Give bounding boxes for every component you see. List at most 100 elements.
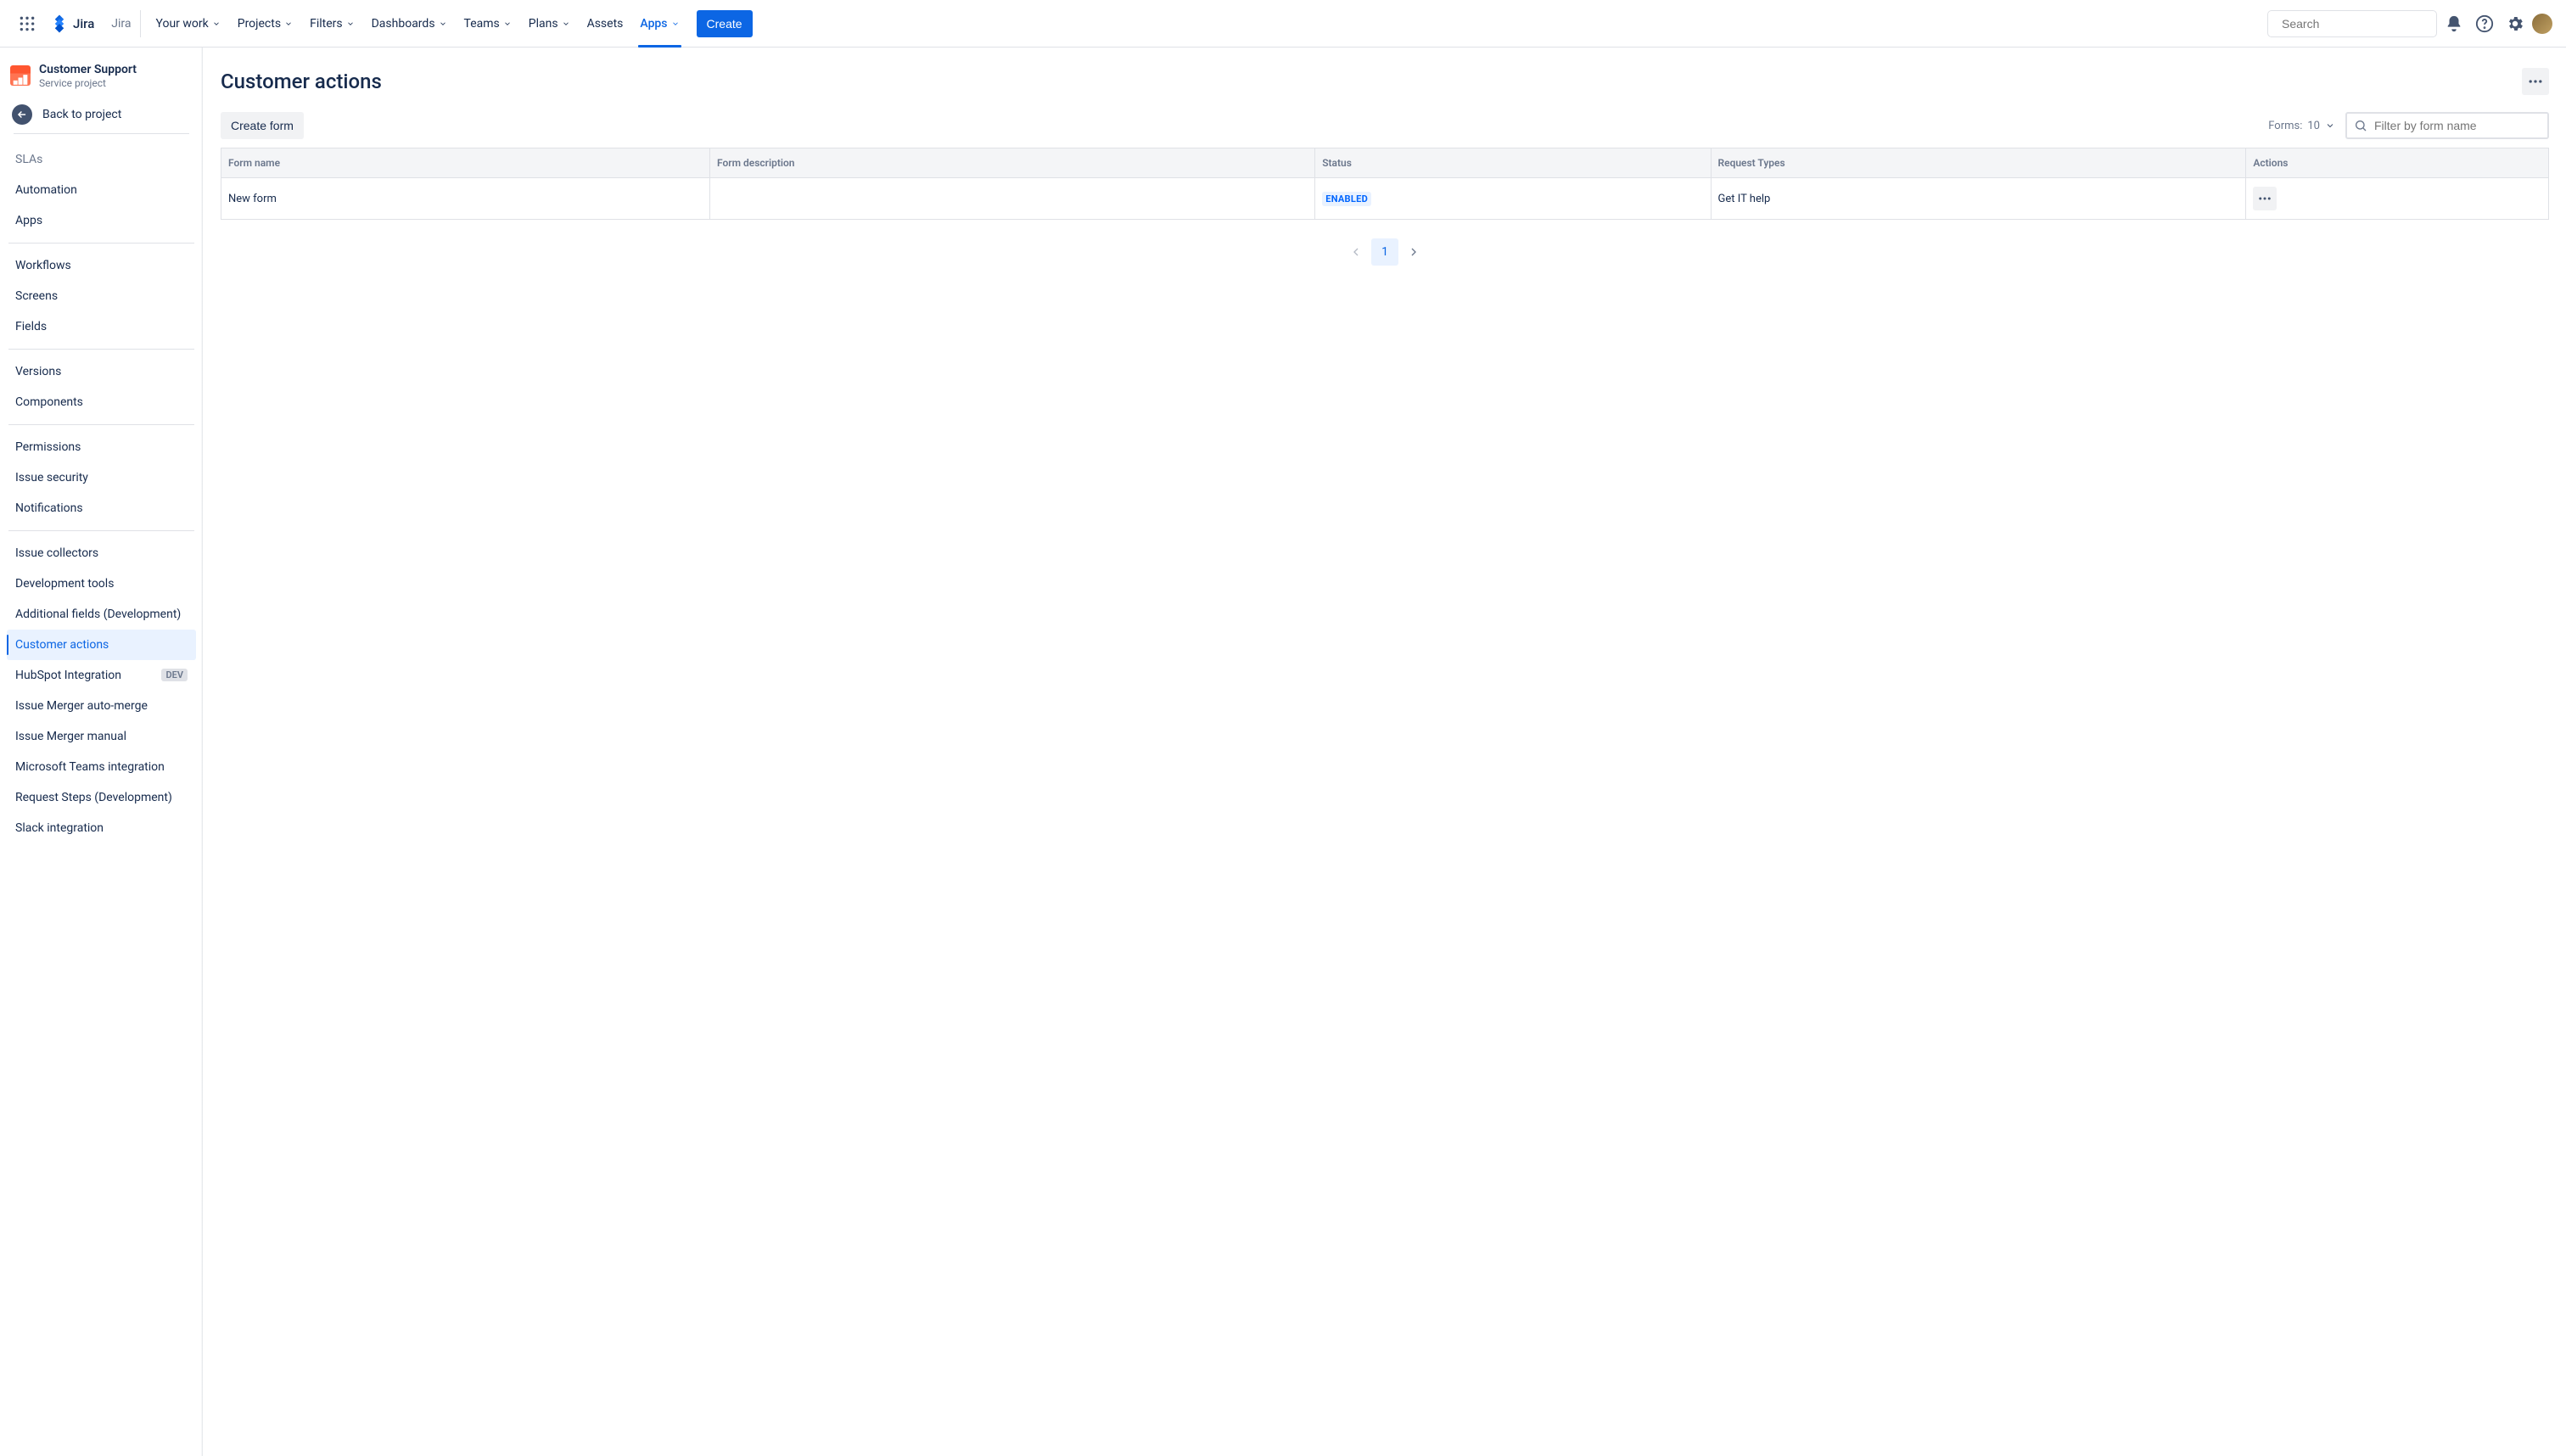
sidebar-item-notifications[interactable]: Notifications — [7, 493, 196, 524]
table-header: Actions — [2246, 148, 2549, 178]
sidebar-item-hubspot-integration[interactable]: HubSpot Integration DEV — [7, 660, 196, 691]
back-arrow-icon — [12, 104, 32, 125]
table-row: New formENABLEDGet IT help — [221, 178, 2549, 220]
project-header[interactable]: Customer Support Service project — [0, 48, 203, 96]
sidebar-item-issue-merger-auto-merge[interactable]: Issue Merger auto-merge — [7, 691, 196, 721]
nav-item-label: Plans — [529, 17, 558, 31]
chevron-down-icon — [671, 20, 680, 28]
notifications-icon[interactable] — [2440, 10, 2468, 37]
back-to-project-link[interactable]: Back to project — [0, 96, 203, 133]
sidebar-item-automation[interactable]: Automation — [7, 175, 196, 205]
chevron-right-icon — [1407, 245, 1420, 259]
sidebar-item-label: Notifications — [15, 501, 83, 515]
sidebar-item-label: Request Steps (Development) — [15, 791, 172, 804]
sidebar-item-label: Issue Merger manual — [15, 730, 126, 743]
sidebar-item-fields[interactable]: Fields — [7, 311, 196, 342]
sidebar-item-microsoft-teams-integration[interactable]: Microsoft Teams integration — [7, 752, 196, 782]
filter-by-name[interactable] — [2345, 112, 2549, 139]
row-actions-button[interactable] — [2253, 187, 2277, 210]
jira-product-label[interactable]: Jira — [103, 10, 140, 37]
sidebar-item-label: HubSpot Integration — [15, 669, 121, 682]
nav-item-assets[interactable]: Assets — [580, 3, 630, 44]
sidebar-item-label: SLAs — [15, 153, 42, 166]
create-button[interactable]: Create — [697, 10, 753, 37]
sidebar-scroll[interactable]: SLAs Automation Apps Workflows Screens Field… — [0, 133, 203, 1456]
sidebar-item-label: Fields — [15, 320, 47, 333]
global-search-input[interactable] — [2280, 16, 2437, 31]
nav-item-label: Projects — [238, 17, 281, 31]
sidebar-item-truncated[interactable]: SLAs — [7, 144, 196, 175]
global-search[interactable] — [2267, 10, 2437, 37]
create-form-button[interactable]: Create form — [221, 112, 304, 139]
sidebar-item-apps[interactable]: Apps — [7, 205, 196, 236]
user-avatar[interactable] — [2532, 14, 2552, 34]
search-icon — [2354, 119, 2367, 132]
pagination-prev-button[interactable] — [1342, 238, 1370, 266]
forms-count-dropdown[interactable]: Forms: 10 — [2268, 120, 2335, 132]
table-header: Form name — [221, 148, 710, 178]
sidebar-item-label: Permissions — [15, 440, 81, 454]
chevron-down-icon — [346, 20, 355, 28]
sidebar-item-issue-security[interactable]: Issue security — [7, 462, 196, 493]
sidebar-item-label: Versions — [15, 365, 61, 378]
sidebar-item-customer-actions[interactable]: Customer actions — [7, 630, 196, 660]
sidebar-item-issue-collectors[interactable]: Issue collectors — [7, 538, 196, 568]
sidebar-item-request-steps-development-[interactable]: Request Steps (Development) — [7, 782, 196, 813]
sidebar-item-badge: DEV — [161, 669, 188, 681]
sidebar-item-slack-integration[interactable]: Slack integration — [7, 813, 196, 843]
sidebar-item-development-tools[interactable]: Development tools — [7, 568, 196, 599]
sidebar-item-components[interactable]: Components — [7, 387, 196, 417]
sidebar-item-screens[interactable]: Screens — [7, 281, 196, 311]
status-badge: ENABLED — [1322, 192, 1371, 206]
nav-item-label: Teams — [464, 17, 500, 31]
pagination-next-button[interactable] — [1400, 238, 1427, 266]
cell-status: ENABLED — [1315, 178, 1711, 220]
table-header: Form description — [710, 148, 1315, 178]
sidebar-divider — [8, 243, 194, 244]
page-more-actions-button[interactable] — [2522, 68, 2549, 95]
sidebar-item-label: Workflows — [15, 259, 71, 272]
sidebar-item-versions[interactable]: Versions — [7, 356, 196, 387]
forms-count-value: 10 — [2307, 120, 2320, 132]
more-horizontal-icon — [2527, 73, 2544, 90]
sidebar-item-label: Customer actions — [15, 638, 109, 652]
sidebar-item-label: Screens — [15, 289, 58, 303]
chevron-down-icon — [212, 20, 221, 28]
table-header: Status — [1315, 148, 1711, 178]
sidebar-item-label: Additional fields (Development) — [15, 608, 181, 621]
nav-item-filters[interactable]: Filters — [303, 3, 361, 44]
nav-item-label: Dashboards — [372, 17, 435, 31]
filter-input[interactable] — [2373, 118, 2541, 133]
sidebar-item-permissions[interactable]: Permissions — [7, 432, 196, 462]
nav-item-plans[interactable]: Plans — [522, 3, 577, 44]
table-header: Request Types — [1711, 148, 2246, 178]
sidebar-item-workflows[interactable]: Workflows — [7, 250, 196, 281]
top-nav: Jira Jira Your work Projects Filters Dashbo… — [0, 0, 2566, 48]
sidebar-item-label: Components — [15, 395, 83, 409]
jira-logo-text: Jira — [73, 16, 94, 31]
app-switcher-icon[interactable] — [14, 10, 41, 37]
chevron-down-icon — [284, 20, 293, 28]
cell-form-description — [710, 178, 1315, 220]
sidebar-item-label: Development tools — [15, 577, 114, 591]
sidebar-item-label: Apps — [15, 214, 42, 227]
sidebar-item-additional-fields-development-[interactable]: Additional fields (Development) — [7, 599, 196, 630]
pagination-page-current[interactable]: 1 — [1371, 238, 1398, 266]
sidebar-item-label: Issue Merger auto-merge — [15, 699, 148, 713]
sidebar: Customer Support Service project Back to… — [0, 48, 204, 1456]
nav-item-your-work[interactable]: Your work — [149, 3, 227, 44]
project-type: Service project — [39, 77, 137, 89]
pagination: 1 — [221, 238, 2549, 266]
more-horizontal-icon — [2257, 191, 2272, 206]
jira-mark-icon — [49, 14, 70, 34]
nav-item-projects[interactable]: Projects — [231, 3, 300, 44]
nav-item-dashboards[interactable]: Dashboards — [365, 3, 454, 44]
sidebar-item-issue-merger-manual[interactable]: Issue Merger manual — [7, 721, 196, 752]
jira-logo[interactable]: Jira — [44, 10, 99, 37]
help-icon[interactable] — [2471, 10, 2498, 37]
nav-item-apps[interactable]: Apps — [633, 3, 686, 44]
settings-icon[interactable] — [2502, 10, 2529, 37]
nav-item-label: Assets — [587, 17, 624, 31]
nav-item-teams[interactable]: Teams — [457, 3, 518, 44]
chevron-down-icon — [503, 20, 512, 28]
